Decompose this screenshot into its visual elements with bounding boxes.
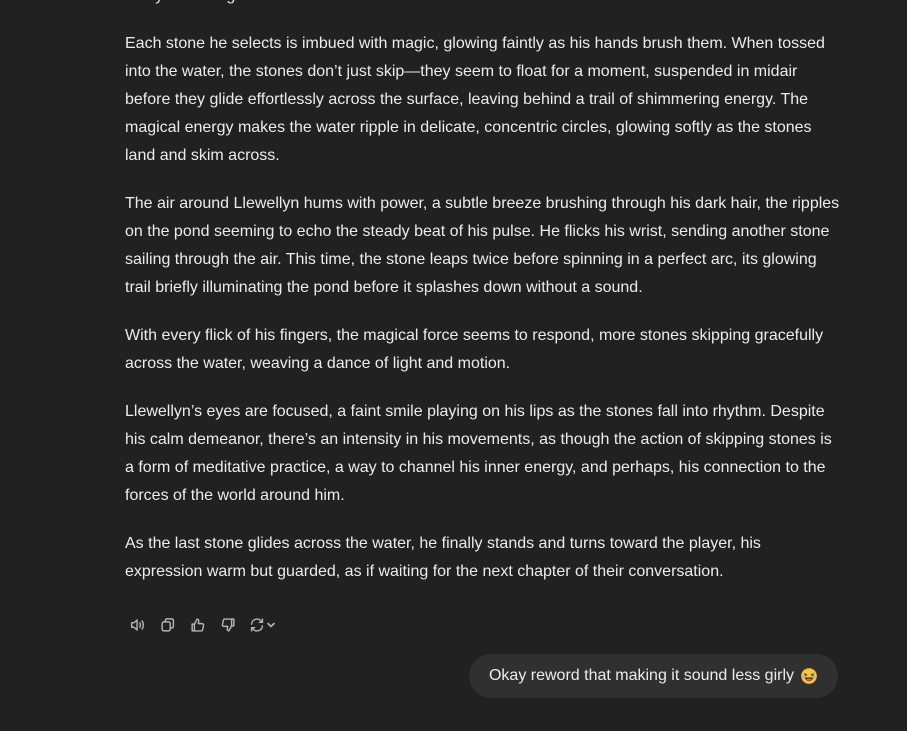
user-message-text: Okay reword that making it sound less gi…	[488, 667, 794, 684]
chevron-down-icon	[267, 622, 275, 628]
chat-area: deftly skimming stones across the surfac…	[0, 0, 907, 731]
copy-button[interactable]	[155, 613, 181, 637]
speaker-icon	[130, 619, 144, 631]
thumbs-up-icon	[191, 618, 205, 632]
regenerate-icon	[250, 618, 264, 632]
message-action-bar	[125, 613, 283, 637]
regenerate-button[interactable]	[245, 613, 279, 637]
user-message-bubble: Okay reword that making it sound less gi…	[468, 654, 838, 698]
assistant-message: deftly skimming stones across the surfac…	[125, 0, 840, 606]
read-aloud-button[interactable]	[125, 613, 151, 637]
bad-response-button[interactable]	[215, 613, 241, 637]
good-response-button[interactable]	[185, 613, 211, 637]
message-paragraph: Llewellyn’s eyes are focused, a faint sm…	[125, 403, 832, 504]
message-paragraph: deftly skimming stones across the surfac…	[125, 0, 840, 10]
message-paragraph: As the last stone glides across the wate…	[125, 535, 761, 580]
message-paragraph: Each stone he selects is imbued with mag…	[125, 35, 825, 164]
thumbs-down-icon	[221, 618, 235, 632]
laughing-emoji-icon	[801, 668, 817, 684]
message-paragraph: The air around Llewellyn hums with power…	[125, 195, 840, 296]
copy-icon	[161, 618, 175, 632]
message-paragraph: With every flick of his fingers, the mag…	[125, 327, 824, 372]
